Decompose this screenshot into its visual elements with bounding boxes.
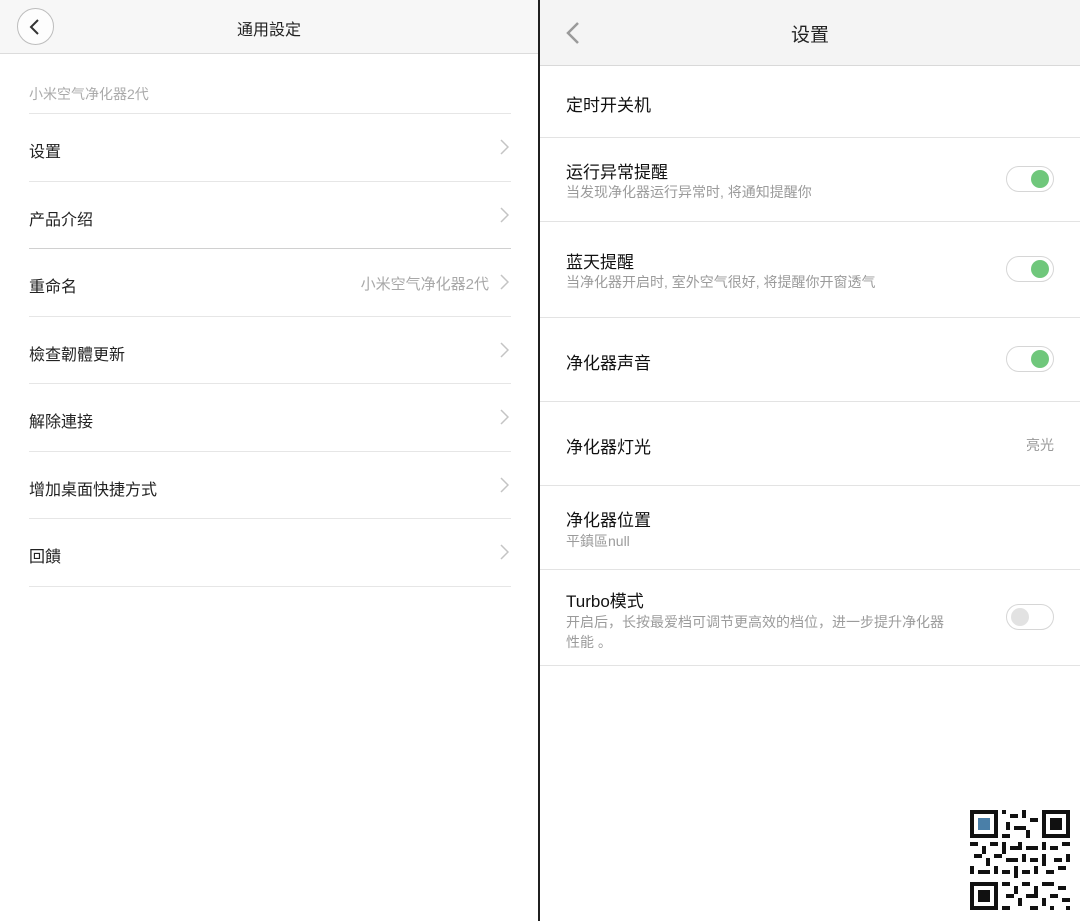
toggle-knob [1031,170,1049,188]
menu-item-rename[interactable]: 重命名 小米空气净化器2代 [29,248,511,315]
setting-title: 运行异常提醒 [566,163,668,182]
setting-location[interactable]: 净化器位置 平鎮區null [540,486,1080,570]
turbo-toggle[interactable] [1006,604,1054,630]
setting-light[interactable]: 净化器灯光 亮光 [540,402,1080,486]
left-header: 通用設定 [0,0,538,54]
chevron-right-icon [500,477,509,493]
setting-description: 当发现净化器运行异常时, 将通知提醒你 [566,184,812,200]
menu-item-label: 重命名 [29,279,78,296]
abnormal-alert-toggle[interactable] [1006,166,1054,192]
setting-description: 当净化器开启时, 室外空气很好, 将提醒你开窗透气 [566,274,876,290]
chevron-right-icon [500,342,509,358]
setting-title: Turbo模式 [566,592,644,611]
toggle-knob [1011,608,1029,626]
setting-title: 定时开关机 [566,96,651,115]
light-value: 亮光 [1026,437,1054,453]
setting-title: 蓝天提醒 [566,253,634,272]
menu-item-label: 回饋 [29,549,62,566]
right-header: 设置 [540,0,1080,66]
device-name-label: 小米空气净化器2代 [29,86,149,102]
bluesky-alert-toggle[interactable] [1006,256,1054,282]
screen: 通用設定 小米空气净化器2代 设置 产品介绍 重命名 小米空气净化器2代 檢查韌… [0,0,1080,921]
settings-title: 设置 [790,25,829,46]
current-name-value: 小米空气净化器2代 [360,276,489,293]
settings-panel: 设置 定时开关机 运行异常提醒 当发现净化器运行异常时, 将通知提醒你 蓝天提醒… [540,0,1080,921]
setting-abnormal-alert: 运行异常提醒 当发现净化器运行异常时, 将通知提醒你 [540,138,1080,222]
menu-item-firmware-update[interactable]: 檢查韌體更新 [29,316,511,383]
menu-item-product-intro[interactable]: 产品介绍 [29,181,511,248]
menu-item-label: 檢查韌體更新 [29,347,126,364]
chevron-right-icon [500,409,509,425]
setting-sound: 净化器声音 [540,318,1080,402]
menu-item-label: 产品介绍 [29,212,94,229]
sound-toggle[interactable] [1006,346,1054,372]
menu-item-label: 增加桌面快捷方式 [29,482,158,499]
list-divider [29,586,511,587]
general-settings-panel: 通用設定 小米空气净化器2代 设置 产品介绍 重命名 小米空气净化器2代 檢查韌… [0,0,538,921]
setting-description-line1: 开启后，长按最爱档可调节更高效的档位，进一步提升净化器 [566,614,944,630]
page-title: 通用設定 [236,22,301,39]
setting-turbo: Turbo模式 开启后，长按最爱档可调节更高效的档位，进一步提升净化器 性能 。 [540,570,1080,666]
setting-description-line2: 性能 。 [566,634,612,650]
menu-item-add-shortcut[interactable]: 增加桌面快捷方式 [29,451,511,518]
setting-title: 净化器灯光 [566,438,651,457]
setting-description: 平鎮區null [566,533,630,549]
setting-title: 净化器声音 [566,354,651,373]
chevron-right-icon [500,207,509,223]
toggle-knob [1031,350,1049,368]
setting-bluesky-alert: 蓝天提醒 当净化器开启时, 室外空气很好, 将提醒你开窗透气 [540,222,1080,318]
menu-item-unbind[interactable]: 解除連接 [29,383,511,450]
chevron-right-icon [500,139,509,155]
menu-item-label: 设置 [29,144,62,161]
setting-title: 净化器位置 [566,511,651,530]
setting-timer[interactable]: 定时开关机 [540,66,1080,138]
chevron-right-icon [500,274,509,290]
menu-item-settings[interactable]: 设置 [29,113,511,180]
toggle-knob [1031,260,1049,278]
chevron-right-icon [500,544,509,560]
menu-item-label: 解除連接 [29,414,94,431]
qr-code-icon [970,810,1070,910]
menu-item-feedback[interactable]: 回饋 [29,518,511,585]
